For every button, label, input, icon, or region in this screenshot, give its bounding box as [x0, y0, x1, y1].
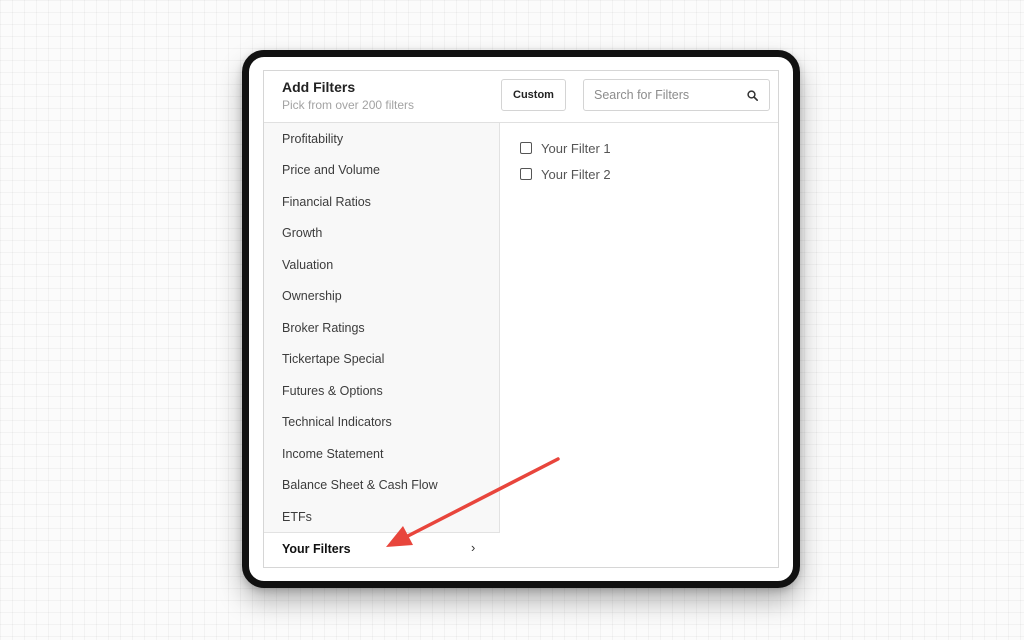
sidebar-item-label: Your Filters [282, 542, 351, 556]
sidebar-item-tickertape-special[interactable]: Tickertape Special [282, 352, 384, 366]
sidebar-item-ownership[interactable]: Ownership [282, 289, 342, 303]
sidebar-item-valuation[interactable]: Valuation [282, 258, 333, 272]
sidebar-item-financial-ratios[interactable]: Financial Ratios [282, 195, 371, 209]
checkbox[interactable] [520, 142, 532, 154]
sidebar-item-technical-indicators[interactable]: Technical Indicators [282, 415, 392, 429]
custom-button[interactable]: Custom [501, 79, 566, 111]
sidebar-item-your-filters[interactable]: Your Filters › [264, 533, 500, 567]
filter-option-your-filter-1[interactable]: Your Filter 1 [520, 139, 611, 157]
panel-subtitle: Pick from over 200 filters [282, 98, 415, 112]
sidebar-item-balance-sheet-cash-flow[interactable]: Balance Sheet & Cash Flow [282, 478, 438, 492]
search-icon[interactable] [747, 90, 758, 101]
panel-title: Add Filters [282, 79, 356, 95]
sidebar-item-futures-options[interactable]: Futures & Options [282, 384, 383, 398]
sidebar-item-broker-ratings[interactable]: Broker Ratings [282, 321, 365, 335]
sidebar-item-profitability[interactable]: Profitability [282, 132, 343, 146]
checkbox[interactable] [520, 168, 532, 180]
add-filters-panel: Add Filters Pick from over 200 filters C… [263, 70, 779, 568]
sidebar-item-price-and-volume[interactable]: Price and Volume [282, 163, 380, 177]
search-input[interactable] [583, 79, 770, 111]
filter-category-sidebar: Profitability Price and Volume Financial… [264, 123, 500, 533]
sidebar-item-growth[interactable]: Growth [282, 226, 322, 240]
filter-option-your-filter-2[interactable]: Your Filter 2 [520, 165, 611, 183]
panel-header: Add Filters Pick from over 200 filters C… [264, 71, 778, 123]
chevron-right-icon: › [471, 540, 476, 555]
filter-option-label: Your Filter 2 [541, 166, 611, 182]
sidebar-item-etfs[interactable]: ETFs [282, 510, 312, 524]
sidebar-item-income-statement[interactable]: Income Statement [282, 447, 383, 461]
filter-option-label: Your Filter 1 [541, 140, 611, 156]
